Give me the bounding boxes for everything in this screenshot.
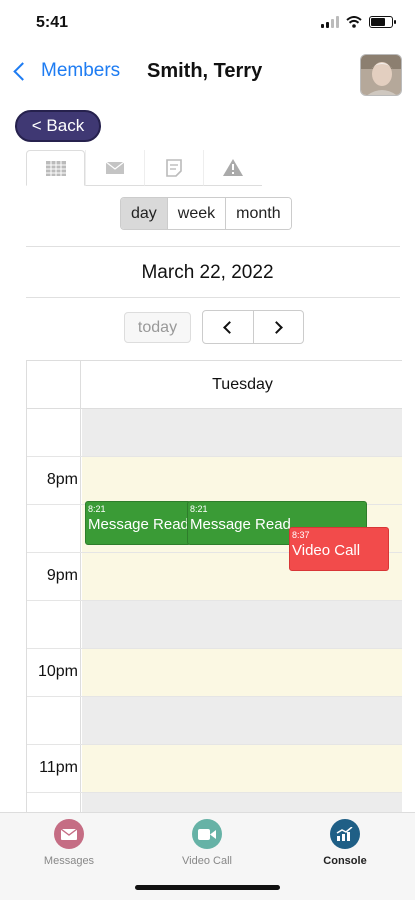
time-slot: 8pm xyxy=(27,457,402,505)
time-slot: 10pm xyxy=(27,649,402,697)
tabbar-console-label: Console xyxy=(323,855,367,867)
home-indicator xyxy=(135,885,280,890)
view-week-button[interactable]: week xyxy=(166,198,226,229)
status-bar: 5:41 xyxy=(0,0,415,46)
view-mode-segment: day week month xyxy=(120,197,292,230)
hour-label: 8pm xyxy=(27,457,81,504)
messages-icon xyxy=(54,819,84,849)
battery-icon xyxy=(369,16,396,28)
warning-icon xyxy=(223,159,243,176)
next-day-button[interactable] xyxy=(252,311,304,343)
tabbar-messages[interactable]: Messages xyxy=(19,819,119,867)
wifi-icon xyxy=(346,16,362,28)
avatar[interactable] xyxy=(360,54,402,96)
chevron-left-icon xyxy=(223,320,237,334)
event-time: 8:21 xyxy=(190,504,208,514)
status-icons xyxy=(321,16,396,28)
calendar-grid-icon xyxy=(45,160,66,176)
view-day-button[interactable]: day xyxy=(121,198,167,229)
hour-label xyxy=(27,697,81,744)
tabbar-video-call-label: Video Call xyxy=(182,855,232,867)
time-slot xyxy=(27,601,402,649)
navigation-bar: Members Smith, Terry xyxy=(0,48,415,98)
tabbar-video-call[interactable]: Video Call xyxy=(157,819,257,867)
time-slot xyxy=(27,793,402,812)
members-back-label: Members xyxy=(41,60,121,81)
day-header: Tuesday xyxy=(212,376,273,393)
calendar-event[interactable]: 8:37 Video Call xyxy=(289,527,389,571)
envelope-icon xyxy=(106,161,124,174)
today-button[interactable]: today xyxy=(124,312,191,343)
video-camera-icon xyxy=(192,819,222,849)
hour-label xyxy=(27,505,81,552)
hour-label: 9pm xyxy=(27,553,81,600)
cellular-signal-icon xyxy=(321,16,339,28)
time-slot: 11pm xyxy=(27,745,402,793)
current-date: March 22, 2022 xyxy=(141,262,274,283)
calendar-event[interactable]: 8:21 Message Read xyxy=(85,501,191,545)
tab-notes[interactable] xyxy=(144,150,203,186)
hour-label xyxy=(27,601,81,648)
members-back-link[interactable]: Members xyxy=(10,60,120,82)
back-button[interactable]: < Back xyxy=(15,110,101,142)
chart-trend-icon xyxy=(330,819,360,849)
status-time: 5:41 xyxy=(36,14,69,31)
chevron-right-icon xyxy=(269,320,283,334)
divider xyxy=(26,246,400,247)
calendar-header: Tuesday xyxy=(27,360,402,409)
event-title: Video Call xyxy=(292,542,361,559)
divider xyxy=(26,297,400,298)
note-icon xyxy=(166,158,182,177)
date-navigation xyxy=(202,310,304,344)
time-slot xyxy=(27,409,402,457)
time-slot xyxy=(27,697,402,745)
event-title: Message Read xyxy=(88,516,189,533)
hour-label xyxy=(27,409,81,456)
tabbar-messages-label: Messages xyxy=(43,855,95,867)
page-title: Smith, Terry xyxy=(147,60,263,82)
tabbar-console[interactable]: Console xyxy=(295,819,395,867)
time-slots: 8pm 9pm 10pm 11pm xyxy=(27,409,402,812)
hour-label xyxy=(27,793,81,812)
detail-tabs xyxy=(26,150,262,186)
tab-calendar[interactable] xyxy=(26,150,85,186)
hour-label: 11pm xyxy=(27,745,81,792)
tab-messages[interactable] xyxy=(85,150,144,186)
tab-alerts[interactable] xyxy=(203,150,262,186)
chevron-left-icon xyxy=(13,61,32,81)
event-time: 8:37 xyxy=(292,530,310,540)
hour-label: 10pm xyxy=(27,649,81,696)
event-time: 8:21 xyxy=(88,504,106,514)
view-month-button[interactable]: month xyxy=(225,198,291,229)
previous-day-button[interactable] xyxy=(203,311,253,343)
day-calendar[interactable]: Tuesday 8pm 9pm 10pm 11pm 8:21 Message R… xyxy=(26,360,402,812)
